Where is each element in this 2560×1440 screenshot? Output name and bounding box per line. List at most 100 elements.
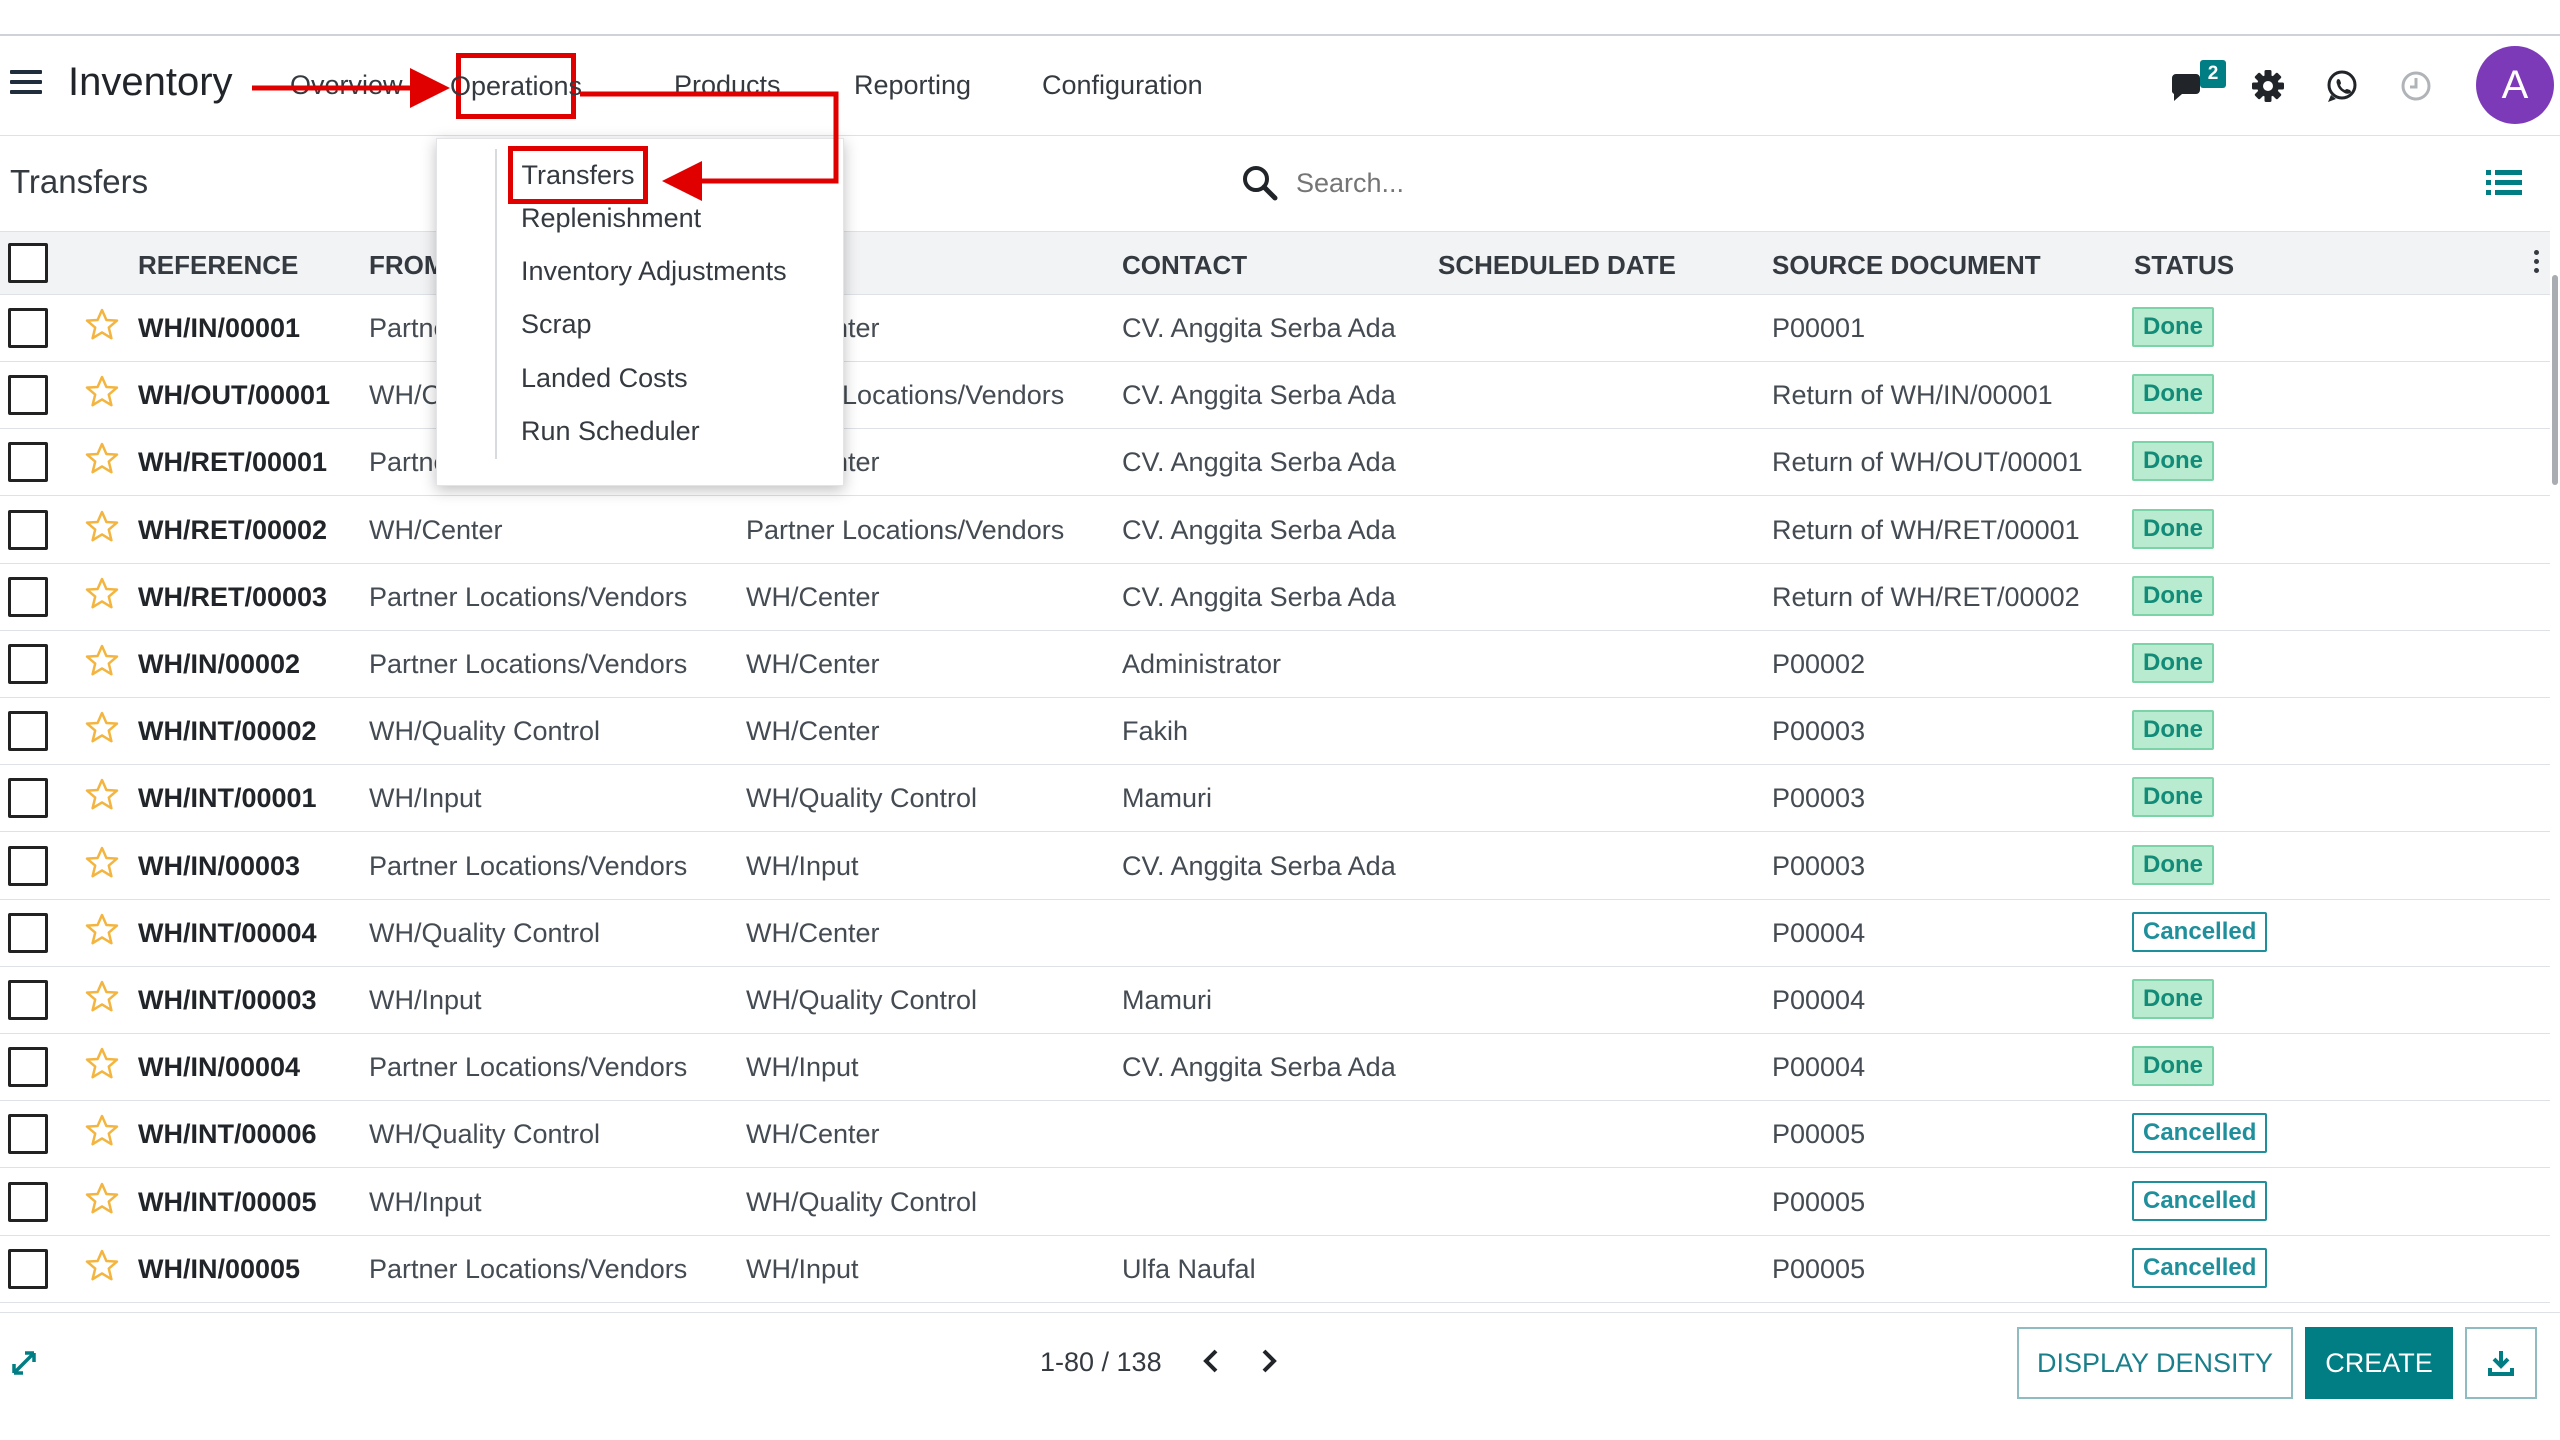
breadcrumb[interactable]: Transfers xyxy=(10,163,148,201)
row-checkbox[interactable] xyxy=(8,1248,48,1289)
favorite-star-icon[interactable] xyxy=(84,307,120,343)
cell-to: WH/Center xyxy=(746,649,880,679)
favorite-star-icon[interactable] xyxy=(84,576,120,612)
pager-next-icon[interactable] xyxy=(1254,1343,1284,1379)
cell-reference: WH/INT/00002 xyxy=(138,716,317,747)
row-checkbox[interactable] xyxy=(8,308,48,348)
select-all-checkbox[interactable] xyxy=(8,243,48,283)
table-row[interactable]: WH/INT/00006 WH/Quality Control WH/Center P… xyxy=(0,1101,2550,1169)
favorite-star-icon[interactable] xyxy=(84,845,120,881)
favorite-star-icon[interactable] xyxy=(84,1181,120,1217)
header-status[interactable]: STATUS xyxy=(2134,250,2234,281)
header-scheduled-date[interactable]: SCHEDULED DATE xyxy=(1438,250,1676,281)
expand-icon[interactable] xyxy=(10,1349,38,1377)
favorite-star-icon[interactable] xyxy=(84,710,120,746)
row-checkbox[interactable] xyxy=(8,576,48,617)
table-row[interactable]: WH/OUT/00001WH/CenterPartner Locations/V… xyxy=(0,362,2550,430)
list-view-icon[interactable] xyxy=(2486,167,2522,199)
table-row[interactable]: WH/INT/00004 WH/Quality Control WH/Center P… xyxy=(0,899,2550,967)
row-checkbox[interactable] xyxy=(8,845,48,886)
pager-previous-icon[interactable] xyxy=(1196,1343,1226,1379)
table-row[interactable]: WH/IN/00001Partner Locations/VendorsWH/C… xyxy=(0,295,2550,362)
clock-icon[interactable] xyxy=(2394,64,2438,108)
create-button[interactable]: CREATE xyxy=(2305,1327,2453,1399)
row-checkbox[interactable] xyxy=(8,1181,48,1222)
favorite-star-icon[interactable] xyxy=(84,374,120,410)
dropdown-item-replenishment[interactable]: Replenishment xyxy=(521,203,701,234)
header-source-document[interactable]: SOURCE DOCUMENT xyxy=(1772,250,2041,281)
cell-source-document: Return of WH/RET/00001 xyxy=(1772,514,2080,545)
row-checkbox[interactable] xyxy=(8,711,48,752)
search-input[interactable] xyxy=(1296,159,2196,207)
menu-products[interactable]: Products xyxy=(674,70,781,101)
favorite-star-icon[interactable] xyxy=(84,1046,120,1082)
favorite-star-icon[interactable] xyxy=(84,441,120,477)
row-checkbox[interactable] xyxy=(8,912,48,953)
favorite-star-icon[interactable] xyxy=(84,1248,120,1284)
menu-overview[interactable]: Overview xyxy=(290,70,403,101)
dropdown-item-inventory-adjustments[interactable]: Inventory Adjustments xyxy=(521,256,787,287)
row-checkbox[interactable] xyxy=(8,442,48,483)
cell-reference: WH/INT/00006 xyxy=(138,1119,317,1150)
row-checkbox[interactable] xyxy=(8,1047,48,1088)
control-panel: Transfers xyxy=(0,137,2560,231)
favorite-star-icon[interactable] xyxy=(84,979,120,1015)
cell-from: WH/Input xyxy=(369,783,482,814)
header-contact[interactable]: CONTACT xyxy=(1122,250,1247,281)
status-badge: Done xyxy=(2132,643,2214,683)
cell-source-document: P00001 xyxy=(1772,313,1866,343)
cell-reference: WH/IN/00001 xyxy=(138,313,301,343)
table-row[interactable]: WH/IN/00003 Partner Locations/Vendors WH/I… xyxy=(0,832,2550,900)
favorite-star-icon[interactable] xyxy=(84,912,120,948)
cell-from: Partner Locations/Vendors xyxy=(369,649,688,679)
transfers-table: REFERENCE FROM TO CONTACT SCHEDULED DATE… xyxy=(0,231,2560,1312)
header-reference[interactable]: REFERENCE xyxy=(138,250,298,281)
table-row[interactable]: WH/IN/00004 Partner Locations/Vendors WH/I… xyxy=(0,1034,2550,1102)
dropdown-item-run-scheduler[interactable]: Run Scheduler xyxy=(521,416,700,447)
row-checkbox[interactable] xyxy=(8,644,48,684)
menu-configuration[interactable]: Configuration xyxy=(1042,70,1203,101)
row-checkbox[interactable] xyxy=(8,778,48,819)
column-options-icon[interactable] xyxy=(2534,250,2540,278)
table-row[interactable]: WH/RET/00001Partner Locations/VendorsWH/… xyxy=(0,429,2550,497)
cell-contact: Mamuri xyxy=(1122,985,1213,1015)
menu-reporting[interactable]: Reporting xyxy=(854,70,971,101)
status-badge: Done xyxy=(2132,1046,2214,1087)
header-from[interactable]: FROM xyxy=(369,250,446,281)
table-row[interactable]: WH/RET/00002 WH/Center Partner Locations/V… xyxy=(0,496,2550,564)
table-row[interactable]: WH/IN/00002 Partner Locations/Vendors WH/C… xyxy=(0,631,2550,698)
dropdown-item-transfers[interactable]: Transfers xyxy=(508,146,648,204)
menu-operations[interactable]: Operations xyxy=(450,53,582,119)
cell-to: WH/Quality Control xyxy=(746,985,978,1015)
status-badge: Cancelled xyxy=(2132,1180,2268,1221)
favorite-star-icon[interactable] xyxy=(84,1113,120,1149)
table-row[interactable]: WH/INT/00001 WH/Input WH/Quality Control Ma… xyxy=(0,765,2550,833)
dropdown-item-landed-costs[interactable]: Landed Costs xyxy=(521,363,688,394)
hamburger-icon[interactable] xyxy=(10,70,42,102)
cell-source-document: P00005 xyxy=(1772,1119,1866,1150)
row-checkbox[interactable] xyxy=(8,375,48,416)
row-checkbox[interactable] xyxy=(8,1114,48,1155)
gear-icon[interactable] xyxy=(2246,64,2290,108)
display-density-button[interactable]: DISPLAY DENSITY xyxy=(2017,1327,2293,1399)
favorite-star-icon[interactable] xyxy=(84,509,120,545)
row-checkbox[interactable] xyxy=(8,980,48,1020)
table-row[interactable]: WH/RET/00003 Partner Locations/Vendors WH/… xyxy=(0,563,2550,631)
status-badge: Done xyxy=(2132,979,2214,1019)
download-button[interactable] xyxy=(2465,1327,2537,1399)
table-row[interactable]: WH/INT/00005 WH/Input WH/Quality Control P0… xyxy=(0,1168,2550,1236)
cell-reference: WH/RET/00002 xyxy=(138,514,328,545)
table-row[interactable]: WH/IN/00005 Partner Locations/Vendors WH/I… xyxy=(0,1235,2550,1303)
table-row[interactable]: WH/INT/00003 WH/Input WH/Quality Control Ma… xyxy=(0,967,2550,1034)
dropdown-item-scrap[interactable]: Scrap xyxy=(521,309,592,340)
main-navbar: Inventory Overview Operations Products R… xyxy=(0,36,2560,136)
row-checkbox[interactable] xyxy=(8,509,48,550)
user-avatar[interactable]: A xyxy=(2476,46,2554,124)
scrollbar-thumb[interactable] xyxy=(2552,275,2558,485)
favorite-star-icon[interactable] xyxy=(84,643,120,679)
whatsapp-icon[interactable] xyxy=(2320,64,2364,108)
table-scrollbar[interactable] xyxy=(2550,231,2560,1312)
favorite-star-icon[interactable] xyxy=(84,777,120,813)
pager-value[interactable]: 1-80 / 138 xyxy=(1040,1347,1162,1378)
table-row[interactable]: WH/INT/00002 WH/Quality Control WH/Center F… xyxy=(0,698,2550,766)
